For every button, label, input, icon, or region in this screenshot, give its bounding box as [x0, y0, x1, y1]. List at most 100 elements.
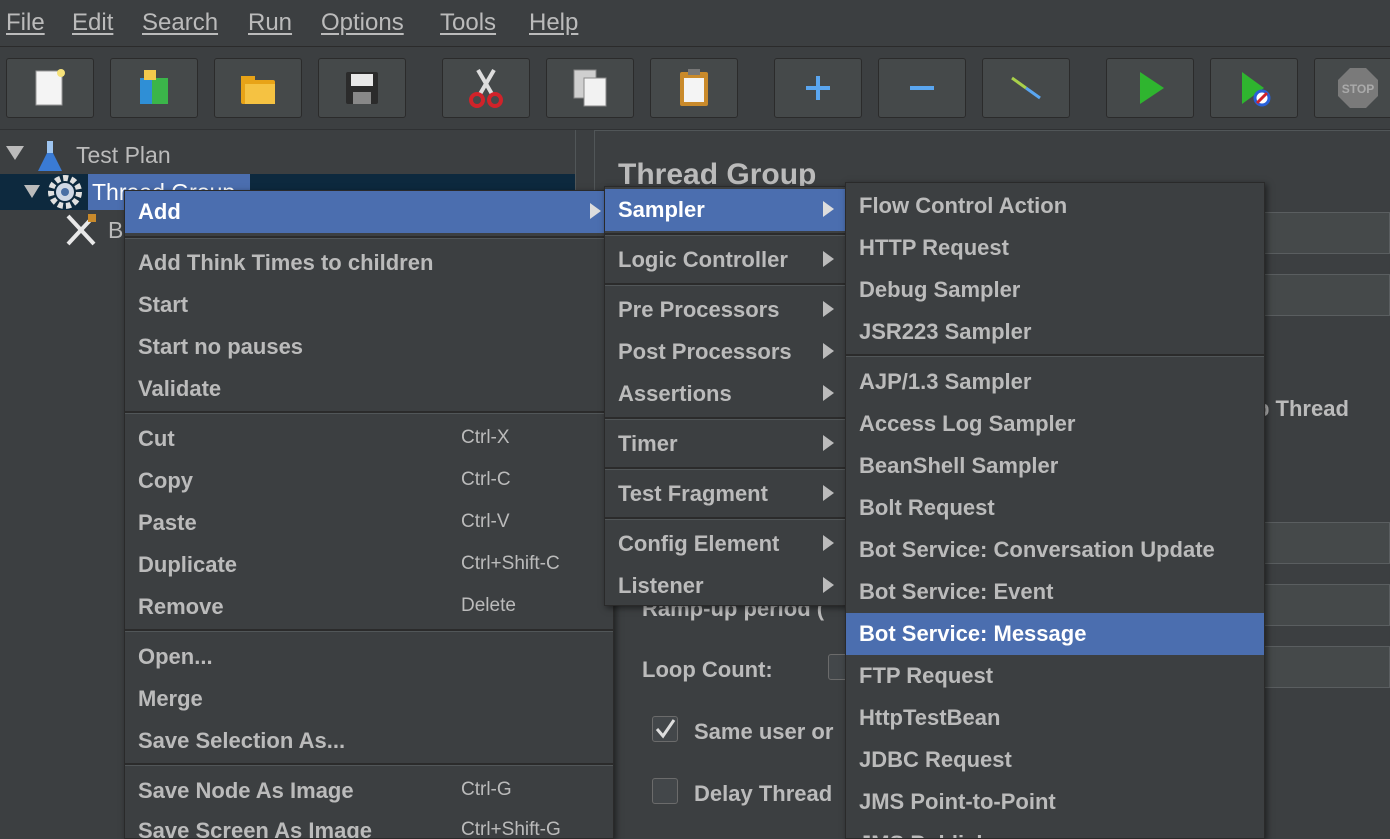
menu-item-duplicate[interactable]: Duplicate Ctrl+Shift-C — [125, 544, 613, 586]
menu-item-cut[interactable]: Cut Ctrl-X — [125, 418, 613, 460]
menu-file[interactable]: File — [6, 9, 45, 37]
menu-item-remove[interactable]: Remove Delete — [125, 586, 613, 628]
add-submenu: Sampler Logic Controller Pre Processors … — [604, 186, 847, 606]
threads-field[interactable] — [1244, 522, 1390, 564]
templates-button[interactable] — [110, 58, 198, 118]
paste-button[interactable] — [650, 58, 738, 118]
menu-item-post-processors[interactable]: Post Processors — [605, 331, 846, 373]
same-user-checkbox[interactable] — [652, 716, 678, 742]
toggle-button[interactable] — [982, 58, 1070, 118]
menu-options[interactable]: Options — [321, 9, 404, 37]
menu-item-config-element[interactable]: Config Element — [605, 523, 846, 565]
menu-item-label: Sampler — [618, 197, 705, 222]
menu-item-shortcut: Ctrl-X — [461, 427, 510, 448]
copy-button[interactable] — [546, 58, 634, 118]
menu-item-label: JDBC Request — [859, 747, 1012, 772]
submenu-arrow-icon — [823, 535, 834, 551]
menu-item-open[interactable]: Open... — [125, 636, 613, 678]
comments-field[interactable] — [1244, 274, 1390, 316]
menu-item-httptestbean[interactable]: HttpTestBean — [846, 697, 1264, 739]
menu-item-label: HTTP Request — [859, 235, 1009, 260]
submenu-arrow-icon — [823, 251, 834, 267]
cut-icon — [469, 68, 503, 108]
menu-item-label: Copy — [138, 468, 193, 493]
open-button[interactable] — [214, 58, 302, 118]
menu-item-flow-control-action[interactable]: Flow Control Action — [846, 185, 1264, 227]
submenu-arrow-icon — [590, 203, 601, 219]
menu-item-pre-processors[interactable]: Pre Processors — [605, 289, 846, 331]
expand-arrow-icon[interactable] — [6, 146, 24, 160]
menu-item-jsr223-sampler[interactable]: JSR223 Sampler — [846, 311, 1264, 353]
menu-item-assertions[interactable]: Assertions — [605, 373, 846, 415]
menu-separator — [605, 233, 846, 236]
save-button[interactable] — [318, 58, 406, 118]
tools-icon — [66, 214, 96, 246]
menu-item-ftp-request[interactable]: FTP Request — [846, 655, 1264, 697]
menu-item-timer[interactable]: Timer — [605, 423, 846, 465]
ramp-up-field[interactable] — [1244, 584, 1390, 626]
menu-item-label: Remove — [138, 594, 224, 619]
context-menu: Add Add Think Times to children Start St… — [124, 190, 614, 839]
menu-item-save-node-as-image[interactable]: Save Node As Image Ctrl-G — [125, 770, 613, 812]
menu-item-debug-sampler[interactable]: Debug Sampler — [846, 269, 1264, 311]
stop-button[interactable]: STOP — [1314, 58, 1390, 118]
menu-item-access-log-sampler[interactable]: Access Log Sampler — [846, 403, 1264, 445]
menu-item-label: JMS Publisher — [859, 831, 1011, 838]
menu-item-paste[interactable]: Paste Ctrl-V — [125, 502, 613, 544]
menu-item-add-think-times[interactable]: Add Think Times to children — [125, 242, 613, 284]
expand-arrow-icon[interactable] — [24, 185, 40, 198]
stop-thread-option[interactable]: p Thread — [1256, 396, 1349, 422]
menu-item-listener[interactable]: Listener — [605, 565, 846, 607]
new-button[interactable] — [6, 58, 94, 118]
menu-item-jms-point-to-point[interactable]: JMS Point-to-Point — [846, 781, 1264, 823]
menu-item-sampler[interactable]: Sampler — [605, 189, 846, 231]
menu-item-save-screen-as-image[interactable]: Save Screen As Image Ctrl+Shift-G — [125, 810, 613, 838]
menu-tools[interactable]: Tools — [440, 9, 496, 37]
tree-item-test-plan[interactable]: Test Plan — [0, 137, 575, 173]
menu-item-label: Post Processors — [618, 339, 792, 364]
menu-item-merge[interactable]: Merge — [125, 678, 613, 720]
menu-item-save-selection-as[interactable]: Save Selection As... — [125, 720, 613, 762]
menu-item-jms-publisher[interactable]: JMS Publisher — [846, 823, 1264, 838]
cut-button[interactable] — [442, 58, 530, 118]
same-user-label: Same user or — [694, 719, 834, 744]
menu-item-jdbc-request[interactable]: JDBC Request — [846, 739, 1264, 781]
menu-run[interactable]: Run — [248, 9, 292, 37]
menu-help[interactable]: Help — [529, 9, 578, 37]
menu-item-start[interactable]: Start — [125, 284, 613, 326]
menu-item-http-request[interactable]: HTTP Request — [846, 227, 1264, 269]
menu-item-bolt-request[interactable]: Bolt Request — [846, 487, 1264, 529]
menu-item-label: Start — [138, 292, 189, 317]
menu-search[interactable]: Search — [142, 9, 218, 37]
menu-item-shortcut: Ctrl-C — [461, 469, 511, 490]
start-button[interactable] — [1106, 58, 1194, 118]
menu-item-add[interactable]: Add — [125, 191, 613, 233]
menu-item-start-no-pauses[interactable]: Start no pauses — [125, 326, 613, 368]
menu-item-ajp-sampler[interactable]: AJP/1.3 Sampler — [846, 361, 1264, 403]
menu-item-beanshell-sampler[interactable]: BeanShell Sampler — [846, 445, 1264, 487]
name-field[interactable] — [1244, 212, 1390, 254]
menu-item-copy[interactable]: Copy Ctrl-C — [125, 460, 613, 502]
loop-count-field[interactable] — [1244, 646, 1390, 688]
expand-all-button[interactable] — [774, 58, 862, 118]
delay-thread-checkbox[interactable] — [652, 778, 678, 804]
collapse-icon — [910, 86, 934, 90]
menu-item-label: JSR223 Sampler — [859, 319, 1032, 344]
menu-item-validate[interactable]: Validate — [125, 368, 613, 410]
menu-item-label: Flow Control Action — [859, 193, 1068, 218]
start-no-pauses-button[interactable] — [1210, 58, 1298, 118]
menu-item-logic-controller[interactable]: Logic Controller — [605, 239, 846, 281]
expand-icon — [806, 76, 830, 100]
menu-separator — [125, 236, 613, 239]
menu-item-bot-service-event[interactable]: Bot Service: Event — [846, 571, 1264, 613]
menu-separator — [125, 411, 613, 414]
submenu-arrow-icon — [823, 435, 834, 451]
menu-item-bot-service-conversation-update[interactable]: Bot Service: Conversation Update — [846, 529, 1264, 571]
menu-edit[interactable]: Edit — [72, 9, 113, 37]
menu-separator — [125, 629, 613, 632]
menu-item-bot-service-message[interactable]: Bot Service: Message — [846, 613, 1264, 655]
menu-item-label: Bot Service: Event — [859, 579, 1054, 604]
menu-item-label: Add Think Times to children — [138, 250, 434, 275]
collapse-all-button[interactable] — [878, 58, 966, 118]
menu-item-test-fragment[interactable]: Test Fragment — [605, 473, 846, 515]
